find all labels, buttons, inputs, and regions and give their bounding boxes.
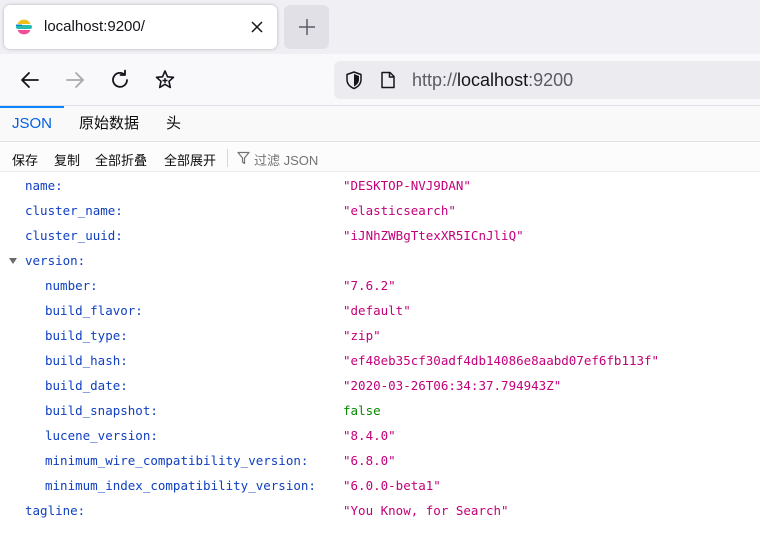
- json-row-number[interactable]: number: "7.6.2": [0, 274, 760, 299]
- json-row-cluster-name[interactable]: cluster_name: "elasticsearch": [0, 199, 760, 224]
- browser-tab[interactable]: localhost:9200/: [4, 5, 277, 49]
- json-value: "DESKTOP-NVJ9DAN": [343, 178, 471, 193]
- reload-icon[interactable]: [108, 68, 132, 92]
- url-text[interactable]: http://localhost:9200: [412, 70, 573, 91]
- json-value: "6.8.0": [343, 453, 396, 468]
- json-toolbar: 保存 复制 全部折叠 全部展开 过滤 JSON: [0, 143, 760, 172]
- json-row-version[interactable]: version:: [0, 249, 760, 274]
- json-row-minimum-wire-compatibility-version[interactable]: minimum_wire_compatibility_version: "6.8…: [0, 449, 760, 474]
- json-key: lucene_version:: [45, 428, 158, 443]
- json-key: build_hash:: [45, 353, 128, 368]
- toolbar-divider: [227, 149, 228, 167]
- browser-tab-strip: localhost:9200/: [0, 0, 760, 54]
- json-key: build_flavor:: [45, 303, 143, 318]
- json-value: "8.4.0": [343, 428, 396, 443]
- json-value: "default": [343, 303, 411, 318]
- json-row-build-date[interactable]: build_date: "2020-03-26T06:34:37.794943Z…: [0, 374, 760, 399]
- shield-icon[interactable]: [344, 70, 364, 90]
- plus-icon: [299, 19, 315, 35]
- url-scheme: http://: [412, 70, 458, 90]
- json-key: build_date:: [45, 378, 128, 393]
- json-value: "You Know, for Search": [343, 503, 509, 518]
- json-key: build_snapshot:: [45, 403, 158, 418]
- json-key: version:: [25, 253, 86, 268]
- json-row-lucene-version[interactable]: lucene_version: "8.4.0": [0, 424, 760, 449]
- json-value: "6.0.0-beta1": [343, 478, 441, 493]
- json-viewer-tabs: JSON 原始数据 头: [0, 106, 760, 142]
- json-key: tagline:: [25, 503, 86, 518]
- json-value: "iJNhZWBgTtexXR5ICnJliQ": [343, 228, 524, 243]
- save-button[interactable]: 保存: [12, 150, 38, 169]
- json-value: "ef48eb35cf30adf4db14086e8aabd07ef6fb113…: [343, 353, 660, 368]
- collapse-all-button[interactable]: 全部折叠: [95, 150, 147, 169]
- filter-icon: [237, 151, 250, 165]
- elastic-favicon-icon: [15, 18, 33, 36]
- json-key: name:: [25, 178, 63, 193]
- json-key: cluster_uuid:: [25, 228, 123, 243]
- json-value: "7.6.2": [343, 278, 396, 293]
- json-row-build-type[interactable]: build_type: "zip": [0, 324, 760, 349]
- tab-title: localhost:9200/: [44, 18, 145, 35]
- filter-json-input[interactable]: 过滤 JSON: [254, 150, 318, 169]
- json-row-name[interactable]: name: "DESKTOP-NVJ9DAN": [0, 174, 760, 199]
- new-tab-button[interactable]: [284, 5, 329, 49]
- copy-button[interactable]: 复制: [54, 150, 80, 169]
- json-key: build_type:: [45, 328, 128, 343]
- json-row-build-flavor[interactable]: build_flavor: "default": [0, 299, 760, 324]
- url-host: localhost: [457, 70, 529, 90]
- json-value: "zip": [343, 328, 381, 343]
- tab-raw-data[interactable]: 原始数据: [67, 106, 151, 142]
- json-value: false: [343, 403, 381, 418]
- back-arrow-icon[interactable]: [18, 68, 42, 92]
- bookmark-star-icon[interactable]: [153, 68, 177, 92]
- expand-all-button[interactable]: 全部展开: [164, 150, 216, 169]
- json-row-tagline[interactable]: tagline: "You Know, for Search": [0, 499, 760, 524]
- json-row-build-snapshot[interactable]: build_snapshot: false: [0, 399, 760, 424]
- close-icon[interactable]: [247, 17, 267, 37]
- url-bar[interactable]: http://localhost:9200: [334, 61, 760, 99]
- json-key: minimum_wire_compatibility_version:: [45, 453, 309, 468]
- json-key: minimum_index_compatibility_version:: [45, 478, 316, 493]
- url-port: :9200: [528, 70, 574, 90]
- json-key: cluster_name:: [25, 203, 123, 218]
- tab-headers[interactable]: 头: [154, 106, 193, 142]
- tab-json[interactable]: JSON: [0, 106, 65, 142]
- json-row-cluster-uuid[interactable]: cluster_uuid: "iJNhZWBgTtexXR5ICnJliQ": [0, 224, 760, 249]
- navigation-bar: http://localhost:9200: [0, 54, 760, 106]
- json-row-minimum-index-compatibility-version[interactable]: minimum_index_compatibility_version: "6.…: [0, 474, 760, 499]
- expand-toggle-icon[interactable]: [9, 258, 17, 264]
- json-row-build-hash[interactable]: build_hash: "ef48eb35cf30adf4db14086e8aa…: [0, 349, 760, 374]
- page-icon[interactable]: [380, 71, 396, 89]
- json-value: "elasticsearch": [343, 203, 456, 218]
- forward-arrow-icon[interactable]: [63, 68, 87, 92]
- json-value: "2020-03-26T06:34:37.794943Z": [343, 378, 562, 393]
- json-key: number:: [45, 278, 98, 293]
